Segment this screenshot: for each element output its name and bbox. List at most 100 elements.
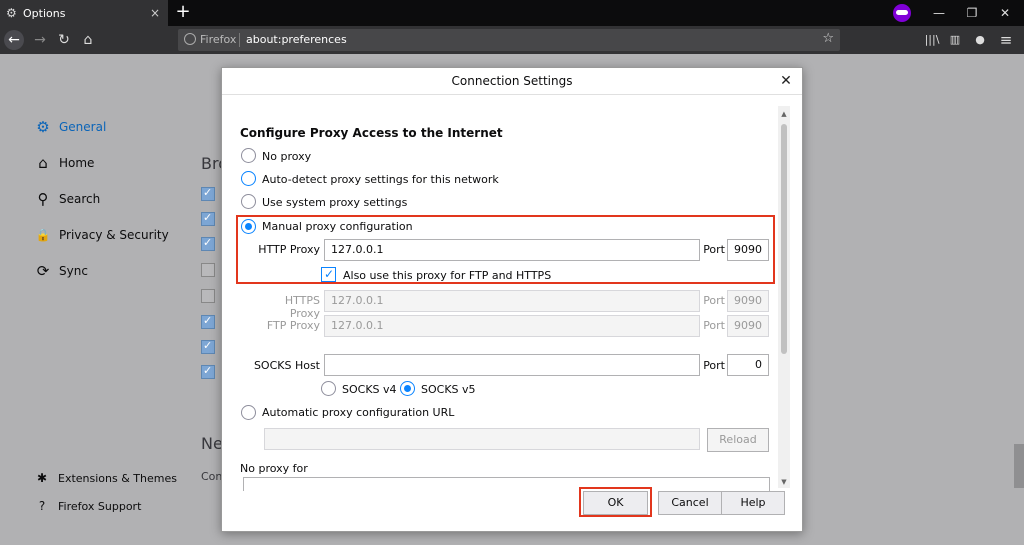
page-scrollbar[interactable] xyxy=(1014,444,1024,488)
scroll-up-icon[interactable]: ▲ xyxy=(778,108,790,120)
sidebar-item-sync[interactable]: ⟳ Sync xyxy=(34,262,88,280)
sidebar-item-home[interactable]: ⌂ Home xyxy=(34,154,94,172)
url-text[interactable]: about:preferences xyxy=(246,33,347,46)
library-icon[interactable]: |||\ xyxy=(922,30,942,50)
sidebar-item-label: Privacy & Security xyxy=(59,228,169,242)
footer-label: Extensions & Themes xyxy=(58,471,177,485)
dialog-scrollbar[interactable]: ▲ ▼ xyxy=(778,106,790,488)
background-checkbox[interactable] xyxy=(201,236,215,251)
ftp-proxy-input[interactable]: 127.0.0.1 xyxy=(324,315,700,337)
socks-v4-label: SOCKS v4 xyxy=(342,383,397,396)
sidebar-item-label: Home xyxy=(59,156,95,170)
home-button[interactable]: ⌂ xyxy=(78,30,98,50)
auto-detect-label: Auto-detect proxy settings for this netw… xyxy=(262,173,499,186)
socks-host-label: SOCKS Host xyxy=(253,359,320,372)
url-bar[interactable]: Firefox about:preferences ☆ xyxy=(178,29,840,51)
sidebar-item-label: Search xyxy=(59,192,101,206)
socks-v5-radio[interactable] xyxy=(400,381,415,396)
ftp-proxy-label: FTP Proxy xyxy=(266,319,320,332)
background-checkbox[interactable] xyxy=(201,339,215,354)
background-checkbox[interactable] xyxy=(201,364,215,379)
no-proxy-label: No proxy xyxy=(262,150,312,163)
connection-settings-dialog: Connection Settings ✕ Configure Proxy Ac… xyxy=(221,67,803,532)
help-icon: ? xyxy=(38,499,46,513)
https-proxy-label: HTTPS Proxy xyxy=(284,294,320,320)
socks-port-label: Port xyxy=(703,359,725,372)
extensions-themes-link[interactable]: ✱ Extensions & Themes xyxy=(34,470,177,486)
tab-title: Options xyxy=(23,6,66,20)
socks-v4-radio[interactable] xyxy=(321,381,336,396)
search-icon: ⚲ xyxy=(37,190,49,208)
new-tab-button[interactable]: + xyxy=(174,3,192,21)
ok-button[interactable]: OK xyxy=(583,491,648,515)
sync-icon: ⟳ xyxy=(36,262,50,280)
gear-icon: ⚙ xyxy=(6,6,17,20)
https-port-label: Port xyxy=(703,294,725,307)
socks-v5-label: SOCKS v5 xyxy=(421,383,476,396)
tab-options[interactable]: ⚙ Options × xyxy=(0,0,168,26)
nav-bar: ← → ↻ ⌂ Firefox about:preferences ☆ |||\… xyxy=(0,26,1024,54)
forward-button[interactable]: → xyxy=(30,30,50,50)
tab-close-icon[interactable]: × xyxy=(148,6,162,20)
no-proxy-for-textarea[interactable] xyxy=(243,477,770,491)
lock-icon: 🔒 xyxy=(35,228,51,242)
bookmark-star-icon[interactable]: ☆ xyxy=(822,31,834,46)
background-checkbox[interactable] xyxy=(201,186,215,201)
home-icon: ⌂ xyxy=(38,154,48,172)
sidebar-item-privacy[interactable]: 🔒 Privacy & Security xyxy=(34,226,169,244)
http-proxy-label: HTTP Proxy xyxy=(258,243,320,256)
http-port-input[interactable]: 9090 xyxy=(727,239,769,261)
http-port-label: Port xyxy=(703,243,725,256)
gear-icon: ⚙ xyxy=(36,118,50,136)
background-checkbox[interactable] xyxy=(201,314,215,329)
menu-icon[interactable]: ≡ xyxy=(996,30,1016,50)
auto-detect-radio[interactable] xyxy=(241,171,256,186)
url-brand: Firefox xyxy=(200,33,237,46)
ftp-port-input[interactable]: 9090 xyxy=(727,315,769,337)
window-close-button[interactable]: ✕ xyxy=(996,4,1014,22)
background-checkbox[interactable] xyxy=(201,289,215,303)
dialog-title: Connection Settings xyxy=(222,68,802,95)
no-proxy-radio[interactable] xyxy=(241,148,256,163)
https-proxy-input[interactable]: 127.0.0.1 xyxy=(324,290,700,312)
private-browsing-icon xyxy=(893,4,911,22)
sidebar-item-search[interactable]: ⚲ Search xyxy=(34,190,101,208)
auto-config-url-label: Automatic proxy configuration URL xyxy=(262,406,455,419)
sidebar-item-label: General xyxy=(59,120,107,134)
back-button[interactable]: ← xyxy=(4,30,24,50)
scrollbar-thumb[interactable] xyxy=(781,124,787,354)
http-proxy-input[interactable]: 127.0.0.1 xyxy=(324,239,700,261)
sidebar-icon[interactable]: ▥ xyxy=(945,30,965,50)
help-button[interactable]: Help xyxy=(721,491,785,515)
account-icon[interactable]: ● xyxy=(970,30,990,50)
background-heading: Ne xyxy=(201,434,223,453)
firefox-support-link[interactable]: ? Firefox Support xyxy=(34,498,142,514)
reload-button[interactable]: ↻ xyxy=(54,30,74,50)
sidebar-item-general[interactable]: ⚙ General xyxy=(34,118,106,136)
cancel-button[interactable]: Cancel xyxy=(658,491,722,515)
https-port-input[interactable]: 9090 xyxy=(727,290,769,312)
also-use-proxy-label: Also use this proxy for FTP and HTTPS xyxy=(343,269,552,282)
sidebar-item-label: Sync xyxy=(59,264,88,278)
auto-config-url-input[interactable] xyxy=(264,428,700,450)
scroll-down-icon[interactable]: ▼ xyxy=(778,476,790,488)
close-icon[interactable]: ✕ xyxy=(778,73,794,89)
restore-button[interactable]: ❐ xyxy=(963,4,981,22)
tab-bar: ⚙ Options × + — ❐ ✕ xyxy=(0,0,1024,26)
socks-port-input[interactable]: 0 xyxy=(727,354,769,376)
no-proxy-for-label: No proxy for xyxy=(240,462,308,475)
socks-host-input[interactable] xyxy=(324,354,700,376)
ftp-port-label: Port xyxy=(703,319,725,332)
system-proxy-radio[interactable] xyxy=(241,194,256,209)
background-checkbox[interactable] xyxy=(201,263,215,277)
background-checkbox[interactable] xyxy=(201,211,215,226)
auto-config-url-radio[interactable] xyxy=(241,405,256,420)
also-use-proxy-checkbox[interactable] xyxy=(321,267,336,282)
minimize-button[interactable]: — xyxy=(930,4,948,22)
identity-icon[interactable] xyxy=(184,33,196,45)
url-separator xyxy=(239,33,240,47)
system-proxy-label: Use system proxy settings xyxy=(262,196,408,209)
manual-proxy-label: Manual proxy configuration xyxy=(262,220,413,233)
reload-button[interactable]: Reload xyxy=(707,428,769,452)
manual-proxy-radio[interactable] xyxy=(241,219,256,234)
